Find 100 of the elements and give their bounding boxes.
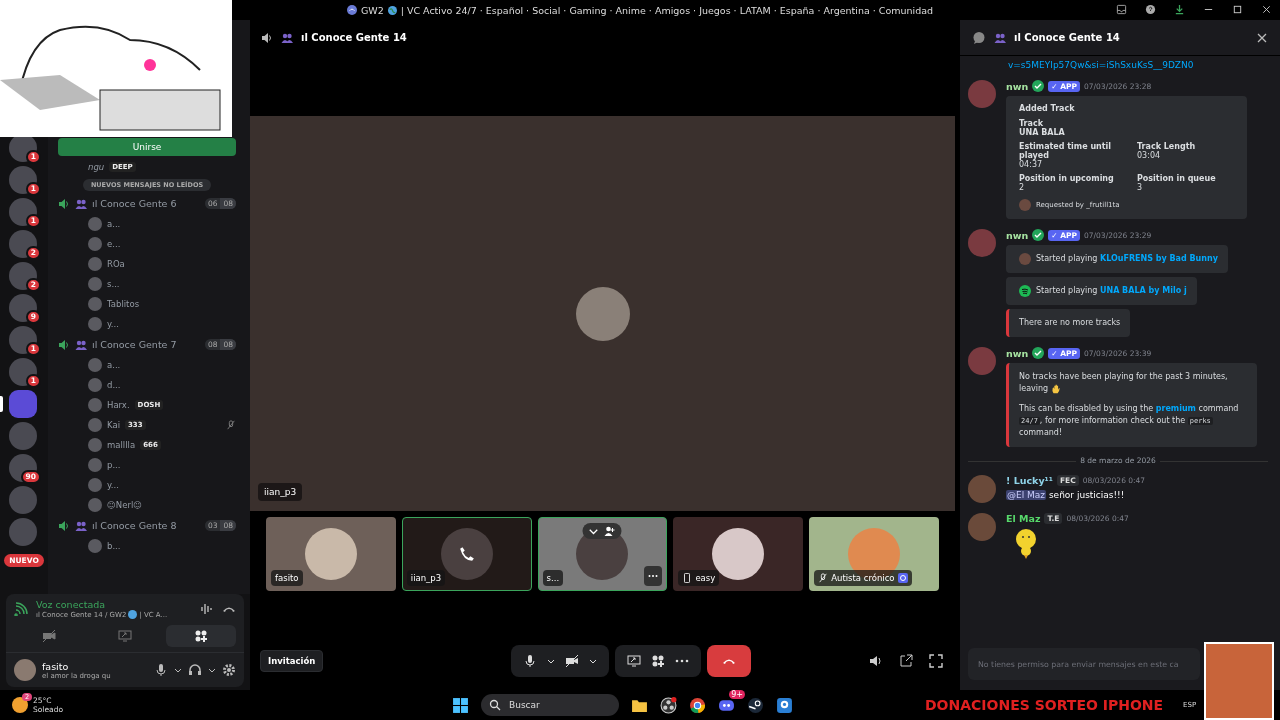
settings-icon[interactable] [222, 663, 236, 677]
link[interactable]: UNA BALA by Milo j [1099, 286, 1187, 295]
webcam-app-icon[interactable] [776, 696, 793, 714]
user-name[interactable]: a... [107, 219, 121, 229]
user-avatar[interactable] [14, 659, 36, 681]
activities-icon[interactable] [651, 654, 666, 668]
user-name: ngu [88, 162, 105, 172]
maximize-icon[interactable] [1232, 4, 1243, 15]
author-name[interactable]: ! Lucky¹¹ [1006, 475, 1053, 486]
headphones-icon[interactable] [188, 663, 202, 677]
activities-icon [194, 629, 208, 643]
server-icon[interactable] [9, 198, 37, 226]
speaker-tile[interactable]: iian_p3 [250, 116, 955, 511]
popout-icon[interactable] [899, 654, 913, 668]
field-name: Estimated time until played [1019, 142, 1113, 160]
message-text: @El Maz señor justicias!!! [1006, 490, 1126, 500]
close-icon[interactable] [1261, 4, 1272, 15]
volume-icon[interactable] [869, 654, 883, 668]
user-name[interactable]: y... [107, 480, 119, 490]
search-field[interactable]: Buscar [481, 694, 619, 716]
link[interactable]: KLOuFRENS by Bad Bunny [1099, 254, 1218, 263]
user-avatar [88, 478, 102, 492]
participant-tile[interactable]: s... [537, 517, 668, 591]
user-name[interactable]: d... [107, 380, 121, 390]
server-icon[interactable] [9, 358, 37, 386]
user-name[interactable]: e... [107, 239, 121, 249]
verified-icon [1032, 80, 1045, 92]
user-avatar [88, 539, 102, 553]
inbox-icon[interactable] [1116, 4, 1127, 15]
embed-text: Started playing KLOuFRENS by Bad Bunny [1036, 253, 1218, 265]
caret-icon[interactable] [208, 666, 216, 674]
user-name[interactable]: b... [107, 541, 121, 551]
people-icon[interactable] [604, 525, 616, 537]
mention-link[interactable]: @El Maz [1006, 490, 1047, 500]
screen-share-icon[interactable] [627, 654, 642, 668]
verified-icon [1032, 229, 1045, 241]
leave-call-button[interactable] [707, 645, 752, 677]
voice-channel-name[interactable]: ıl Conoce Gente 8 [92, 520, 200, 531]
participant-tile[interactable]: fasito [266, 517, 396, 591]
invite-button[interactable]: Invitación [260, 650, 324, 672]
browser-icon[interactable] [689, 696, 706, 714]
server-icon[interactable] [9, 454, 37, 482]
user-name[interactable]: s... [107, 279, 120, 289]
participant-tile[interactable]: easy [673, 517, 804, 591]
chat-title: ıl Conoce Gente 14 [1014, 32, 1121, 43]
user-name[interactable]: ☺Nerl☺ [107, 500, 143, 510]
activities-button[interactable] [166, 625, 236, 647]
link[interactable]: premium [1155, 404, 1196, 413]
soundboard-icon[interactable] [200, 602, 214, 616]
game-launcher-icon[interactable] [747, 696, 764, 714]
recorder-app-icon[interactable] [660, 696, 677, 714]
fullscreen-icon[interactable] [929, 654, 943, 668]
message-link[interactable]: v=s5MEYIp57Qw&si=iShSxuKsS__9DZN0 [1008, 60, 1194, 70]
server-icon[interactable] [9, 294, 37, 322]
user-name[interactable]: Harx. [107, 400, 130, 410]
join-button[interactable]: Unirse [58, 138, 236, 156]
user-name[interactable]: ROa [107, 259, 125, 269]
camera-off-icon[interactable] [565, 654, 580, 668]
server-icon[interactable] [9, 166, 37, 194]
user-name[interactable]: malllla [107, 440, 136, 450]
download-icon[interactable] [1174, 4, 1185, 15]
user-name[interactable]: p... [107, 460, 121, 470]
caret-icon[interactable] [174, 666, 182, 674]
participant-tile[interactable]: Autista crónico [809, 517, 939, 591]
participant-tile[interactable]: iian_p3 [401, 517, 532, 591]
author-name[interactable]: El Maz [1006, 513, 1041, 524]
album-cover [1019, 253, 1031, 265]
field-name: Position in upcoming [1019, 174, 1115, 183]
user-name[interactable]: Kai [107, 420, 120, 430]
user-name[interactable]: y... [107, 319, 119, 329]
server-icon[interactable] [9, 230, 37, 258]
verified-icon [1032, 347, 1045, 359]
caret-icon[interactable] [589, 657, 598, 665]
author-name[interactable]: nwn [1006, 229, 1029, 241]
voice-channel-name[interactable]: ıl Conoce Gente 7 [92, 339, 200, 350]
microphone-icon[interactable] [154, 663, 168, 677]
server-icon[interactable] [9, 262, 37, 290]
user-name: fasito [42, 660, 70, 672]
user-name[interactable]: Tablitos [107, 299, 140, 309]
windows-start-icon[interactable] [452, 696, 469, 714]
author-name[interactable]: nwn [1006, 80, 1029, 92]
close-icon[interactable] [1256, 31, 1268, 44]
weather-sun-icon[interactable] [12, 697, 28, 713]
user-name[interactable]: a... [107, 360, 121, 370]
help-icon[interactable] [1145, 4, 1156, 15]
more-button[interactable] [644, 566, 663, 586]
phone-icon [458, 546, 475, 562]
people-icon [75, 197, 87, 210]
user-avatar [88, 297, 102, 311]
author-name[interactable]: nwn [1006, 347, 1029, 359]
tile-controls[interactable] [583, 523, 622, 539]
microphone-icon[interactable] [523, 654, 538, 668]
field-name: Track [1019, 119, 1044, 128]
user-avatar [88, 378, 102, 392]
voice-channel-name[interactable]: ıl Conoce Gente 6 [92, 198, 200, 209]
caret-icon[interactable] [547, 657, 556, 665]
server-icon[interactable] [9, 326, 37, 354]
search-placeholder: Buscar [509, 700, 540, 710]
user-avatar [88, 398, 102, 412]
people-icon [75, 338, 87, 351]
